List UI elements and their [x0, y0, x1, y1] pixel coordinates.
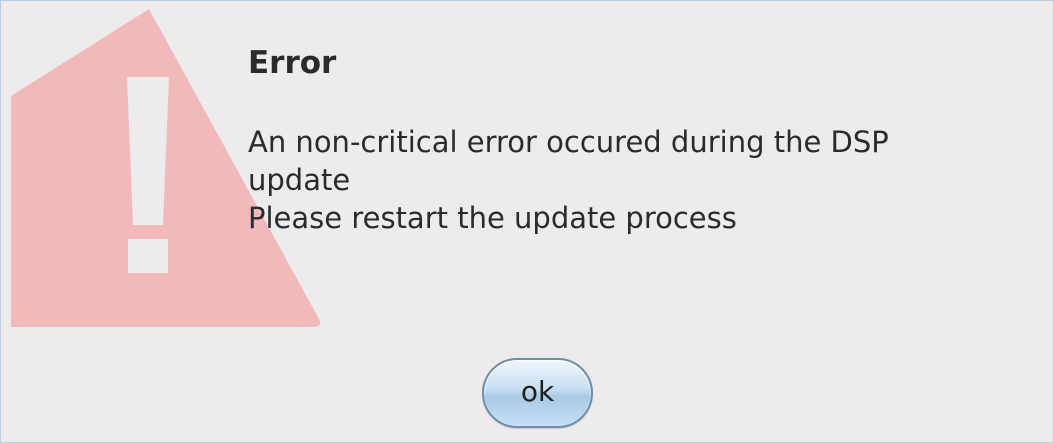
- message-line: update: [248, 163, 351, 197]
- message-line: Please restart the update process: [248, 201, 737, 235]
- error-message: An non-critical error occured during the…: [248, 123, 1038, 237]
- message-line: An non-critical error occured during the…: [248, 125, 889, 159]
- ok-button[interactable]: ok: [482, 358, 593, 428]
- error-dialog: Error An non-critical error occured duri…: [0, 0, 1054, 443]
- dialog-title: Error: [248, 45, 337, 81]
